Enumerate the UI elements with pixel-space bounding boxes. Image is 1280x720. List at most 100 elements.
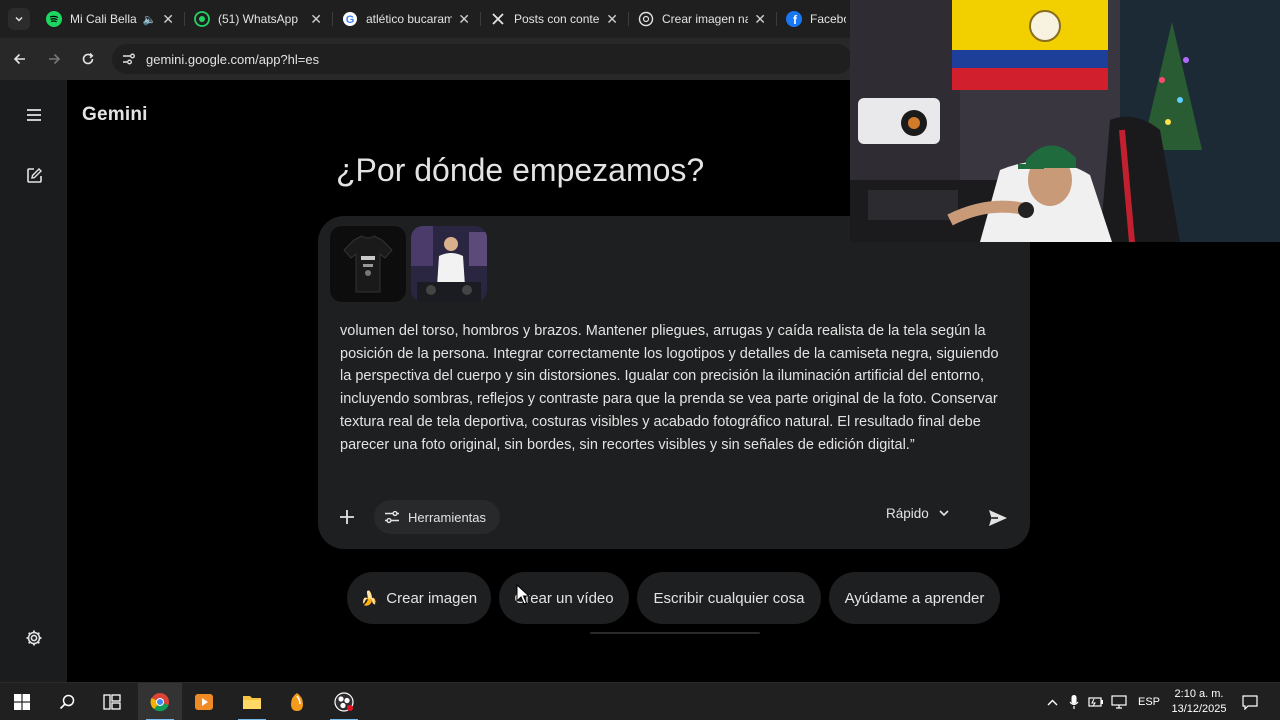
task-view-icon (103, 694, 121, 710)
close-tab-icon[interactable]: ✕ (310, 11, 322, 28)
tab-title: Faceboo (810, 12, 846, 26)
attachment-thumbnail-photo[interactable] (411, 226, 487, 302)
settings-button[interactable] (21, 625, 47, 651)
windows-logo-icon (14, 694, 30, 710)
edit-icon (26, 167, 42, 183)
network-icon (1111, 695, 1127, 709)
whatsapp-icon (194, 11, 210, 27)
reload-button[interactable] (76, 47, 100, 71)
media-player-icon (195, 694, 213, 710)
tune-icon (384, 510, 400, 524)
new-chat-button[interactable] (21, 162, 47, 188)
prompt-input[interactable]: volumen del torso, hombros y brazos. Man… (340, 320, 1000, 456)
chevron-down-icon (939, 510, 949, 517)
send-button[interactable] (986, 506, 1010, 530)
tab-title: Mi Cali Bella (70, 12, 137, 26)
chip-label: Escribir cualquier cosa (653, 589, 805, 607)
google-icon: G (342, 11, 358, 27)
microphone-icon (1069, 695, 1079, 709)
menu-button[interactable] (21, 102, 47, 128)
close-tab-icon[interactable]: ✕ (162, 11, 174, 28)
browser-tab[interactable]: Crear imagen na ✕ (628, 4, 776, 34)
x-icon (490, 11, 506, 27)
webcam-feed-image (850, 0, 1280, 242)
start-button[interactable] (0, 683, 44, 720)
chip-help-me-learn[interactable]: Ayúdame a aprender (829, 572, 1000, 624)
model-selector[interactable]: Rápido (886, 506, 949, 521)
person-photo-image (411, 226, 487, 302)
spotify-icon (46, 11, 62, 27)
forward-button[interactable] (42, 47, 66, 71)
task-view-button[interactable] (90, 683, 134, 720)
close-tab-icon[interactable]: ✕ (458, 11, 470, 28)
app-title: Gemini (82, 104, 148, 125)
browser-tab[interactable]: Posts con conten ✕ (480, 4, 628, 34)
reload-icon (82, 52, 94, 65)
speaker-icon[interactable]: 🔈 (143, 13, 157, 26)
browser-tab[interactable]: Mi Cali Bella 🔈 ✕ (36, 4, 184, 34)
side-rail (0, 80, 67, 682)
browser-tab[interactable]: G atlético bucaram ✕ (332, 4, 480, 34)
chrome-icon (150, 693, 169, 712)
arrow-right-icon (49, 53, 61, 65)
power-tray-button[interactable] (1086, 683, 1106, 720)
notification-icon (1242, 694, 1258, 710)
folder-icon (243, 696, 261, 709)
notifications-button[interactable] (1236, 683, 1264, 720)
model-label: Rápido (886, 506, 929, 521)
chip-label: Crear imagen (386, 589, 478, 607)
plus-icon (340, 510, 354, 524)
tab-search-button[interactable] (8, 8, 30, 30)
send-icon (989, 510, 1007, 526)
facebook-icon: f (786, 11, 802, 27)
tools-button[interactable]: Herramientas (374, 500, 501, 534)
taskbar-fl-studio[interactable] (275, 683, 319, 720)
hamburger-icon (27, 109, 41, 121)
battery-plug-icon (1088, 697, 1103, 707)
taskbar-file-explorer[interactable] (230, 683, 274, 720)
chevron-up-icon (1047, 699, 1057, 705)
url-text: gemini.google.com/app?hl=es (146, 51, 320, 67)
taskbar-obs[interactable] (322, 683, 366, 720)
tab-title: (51) WhatsApp (218, 12, 299, 26)
browser-tab[interactable]: (51) WhatsApp ✕ (184, 4, 332, 34)
svg-text:G: G (346, 14, 355, 26)
language-indicator[interactable]: ESP (1138, 696, 1160, 708)
attachment-thumbnail-shirt[interactable] (330, 226, 406, 302)
obs-icon (334, 692, 354, 712)
taskbar-media-player[interactable] (182, 683, 226, 720)
show-hidden-icons-button[interactable] (1042, 683, 1062, 720)
address-bar[interactable]: gemini.google.com/app?hl=es (112, 44, 852, 74)
hero-heading: ¿Por dónde empezamos? (336, 152, 705, 188)
network-tray-button[interactable] (1108, 683, 1130, 720)
scroll-indicator (590, 632, 760, 634)
prompt-composer[interactable]: volumen del torso, hombros y brazos. Man… (318, 216, 1030, 549)
microphone-tray-button[interactable] (1064, 683, 1084, 720)
banana-icon: 🍌 (360, 589, 379, 606)
chip-label: Ayúdame a aprender (844, 589, 985, 607)
fl-studio-icon (291, 693, 303, 711)
chatgpt-icon (638, 11, 654, 27)
taskbar-search-button[interactable] (45, 683, 89, 720)
tab-title: Crear imagen na (662, 12, 749, 26)
close-tab-icon[interactable]: ✕ (754, 11, 766, 28)
arrow-left-icon (13, 53, 25, 65)
tab-title: atlético bucaram (366, 12, 453, 26)
tab-title: Posts con conten (514, 12, 601, 26)
webcam-overlay (850, 0, 1280, 242)
chip-write-anything[interactable]: Escribir cualquier cosa (637, 572, 821, 624)
back-button[interactable] (8, 47, 32, 71)
browser-tab[interactable]: f Faceboo (776, 4, 856, 34)
chip-create-image[interactable]: 🍌 Crear imagen (347, 572, 491, 624)
search-icon (59, 694, 75, 710)
taskbar-chrome[interactable] (138, 683, 182, 720)
clock-date: 13/12/2025 (1171, 703, 1227, 715)
close-tab-icon[interactable]: ✕ (606, 11, 618, 28)
site-settings-icon[interactable] (122, 52, 136, 66)
clock-time: 2:10 a. m. (1174, 688, 1224, 700)
tools-label: Herramientas (408, 509, 487, 525)
system-clock[interactable]: 2:10 a. m. 13/12/2025 (1166, 687, 1232, 717)
chevron-down-icon (15, 16, 23, 22)
shirt-image (330, 226, 406, 302)
add-attachment-button[interactable] (336, 506, 358, 528)
